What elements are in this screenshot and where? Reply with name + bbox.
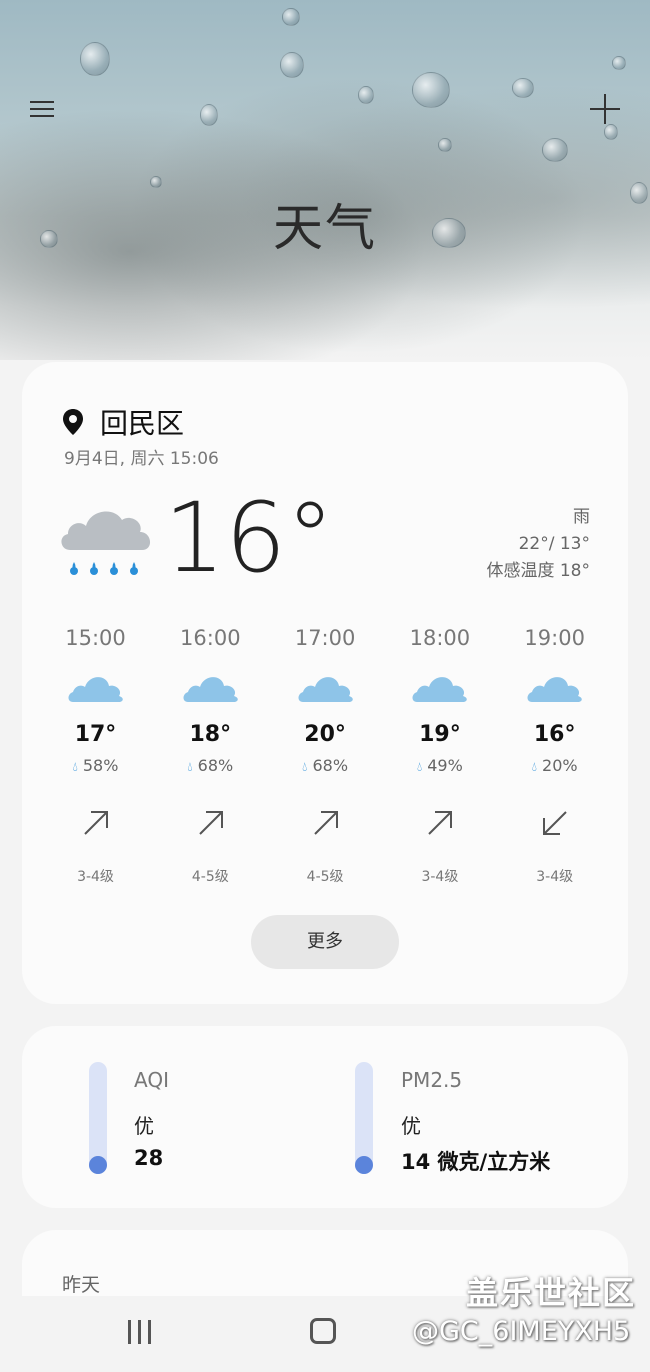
cloud-icon <box>68 677 123 702</box>
current-weather-card[interactable]: 回民区 9月4日, 周六 15:06 16° 雨 22°/ 13° 体感温度 1… <box>22 362 628 1004</box>
cloud-icon <box>298 677 353 702</box>
droplet-icon: 💧︎ <box>72 760 78 775</box>
rain-cloud-icon <box>61 511 151 575</box>
home-icon[interactable] <box>310 1318 336 1344</box>
droplet-icon: 💧︎ <box>302 760 308 775</box>
hour-time: 17:00 <box>294 626 356 650</box>
droplet-icon: 💧︎ <box>187 760 193 775</box>
cloud-icon <box>412 677 468 702</box>
hourly-item: 18:00 19° 💧︎ 49% 3-4级 <box>382 618 497 888</box>
hour-humidity: 💧︎ 58% <box>38 756 153 775</box>
menu-icon[interactable] <box>30 96 58 122</box>
hour-wind: 3-4级 <box>77 869 114 885</box>
pm25-gauge <box>355 1062 373 1174</box>
hero-background <box>0 0 650 360</box>
more-button[interactable]: 更多 <box>251 915 399 969</box>
feels-like-temp: 体感温度 18° <box>486 561 590 581</box>
aqi-gauge <box>89 1062 107 1174</box>
location-pin-icon <box>63 409 83 435</box>
cloud-icon <box>527 677 582 702</box>
pm25-gauge-dot <box>355 1156 373 1174</box>
recent-apps-icon[interactable] <box>128 1320 154 1344</box>
droplet-icon: 💧︎ <box>531 760 537 775</box>
wind-arrow-up-right-icon <box>313 811 338 835</box>
hour-wind: 3-4级 <box>536 869 574 885</box>
humidity-value: 49% <box>427 756 463 775</box>
aqi-gauge-dot <box>89 1156 107 1174</box>
hour-temp: 17° <box>74 722 117 747</box>
update-datetime: 9月4日, 周六 15:06 <box>64 449 219 469</box>
hour-humidity: 💧︎ 20% <box>497 756 612 775</box>
cloud-icon <box>183 677 238 702</box>
hour-humidity: 💧︎ 68% <box>268 756 383 775</box>
hour-temp: 19° <box>419 722 461 747</box>
humidity-value: 20% <box>542 756 578 775</box>
hourly-item: 19:00 16° 💧︎ 20% 3-4级 <box>497 618 612 888</box>
wind-arrow-down-left-icon <box>543 811 567 835</box>
humidity-value: 68% <box>312 756 349 775</box>
watermark-user: @GC_6IMEYXH5 <box>412 1316 631 1347</box>
hour-humidity: 💧︎ 49% <box>382 756 497 775</box>
aqi-level: 优 <box>134 1114 154 1138</box>
wind-arrow-up-right-icon <box>199 811 223 835</box>
current-temperature: 16° <box>164 482 335 594</box>
hour-wind: 4-5级 <box>306 869 344 885</box>
humidity-value: 68% <box>197 756 234 775</box>
hourly-item: 16:00 18° 💧︎ 68% 4-5级 <box>153 618 268 888</box>
wind-arrow-up-right-icon <box>84 811 108 835</box>
hour-temp: 18° <box>189 722 232 747</box>
hour-temp: 20° <box>304 722 346 747</box>
hour-time: 18:00 <box>409 626 471 650</box>
page-title: 天气 <box>273 199 377 257</box>
location-name: 回民区 <box>100 407 185 440</box>
add-icon[interactable] <box>588 92 622 126</box>
watermark-brand: 盖乐世社区 <box>466 1274 637 1312</box>
hour-time: 19:00 <box>524 626 585 650</box>
pm25-level: 优 <box>401 1114 421 1138</box>
condition-text: 雨 <box>573 507 590 527</box>
hour-time: 16:00 <box>180 626 241 650</box>
pm25-value: 14 微克/立方米 <box>401 1150 551 1174</box>
location-row: 回民区 <box>62 402 184 442</box>
aqi-label: AQI <box>134 1068 169 1092</box>
hour-wind: 3-4级 <box>421 869 459 885</box>
aqi-value: 28 <box>134 1146 164 1170</box>
hour-wind: 4-5级 <box>191 869 229 885</box>
hourly-forecast[interactable]: 15:00 17° 💧︎ 58% 3-4级 16:00 18° 💧︎ 68% 4… <box>38 618 612 888</box>
hour-humidity: 💧︎ 68% <box>153 756 268 775</box>
high-low-temp: 22°/ 13° <box>518 534 590 554</box>
wind-arrow-up-right-icon <box>428 811 453 835</box>
pm25-label: PM2.5 <box>401 1068 463 1092</box>
yesterday-label: 昨天 <box>62 1274 101 1296</box>
air-quality-card[interactable]: AQI 优 28 PM2.5 优 14 微克/立方米 <box>22 1026 628 1208</box>
droplet-icon: 💧︎ <box>416 760 423 775</box>
hourly-item: 17:00 20° 💧︎ 68% 4-5级 <box>268 618 383 888</box>
humidity-value: 58% <box>82 756 119 775</box>
condition-summary: 雨 22°/ 13° 体感温度 18° <box>486 504 590 585</box>
hourly-item: 15:00 17° 💧︎ 58% 3-4级 <box>38 618 153 888</box>
hour-temp: 16° <box>533 722 576 747</box>
hour-time: 15:00 <box>65 626 126 650</box>
